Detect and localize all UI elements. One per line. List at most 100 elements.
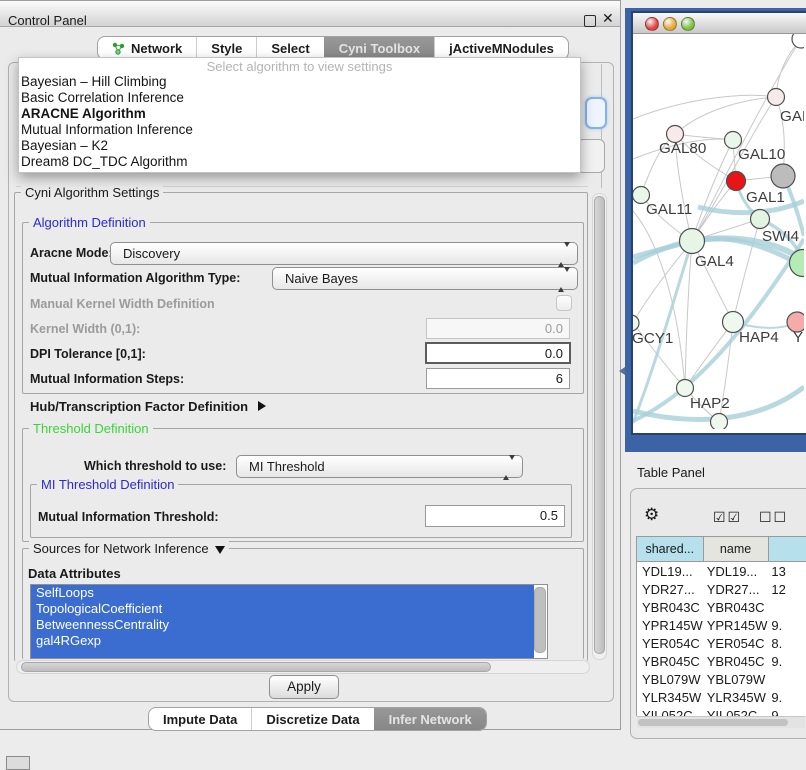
attribute-item[interactable]: TopologicalCoefficient [31,601,534,617]
mi-steps-input[interactable]: 6 [426,368,570,389]
network-node[interactable] [751,210,770,229]
tab-style[interactable]: Style [196,37,256,59]
column-header[interactable]: name [704,537,769,561]
algorithm-option[interactable]: Bayesian – Hill Climbing [19,74,580,90]
table-row[interactable]: YDL19...YDL19...13 [637,562,806,580]
data-attributes-list[interactable]: SelfLoopsTopologicalCoefficientBetweenne… [30,584,548,659]
hub-definition-toggle[interactable]: Hub/Transcription Factor Definition [30,399,266,414]
list-scrollbar-thumb[interactable] [534,587,546,653]
table-cell: 9. [768,690,806,705]
table-row[interactable]: YIL052CYIL052C9. [637,706,806,716]
apply-button[interactable]: Apply [269,675,339,699]
table-cell: YDR27... [637,582,704,597]
table-row[interactable]: YER054CYER054C8. [637,634,806,652]
table-horizontal-scrollbar[interactable] [637,716,805,728]
tab-impute-data[interactable]: Impute Data [149,708,251,730]
table-cell: YER054C [637,636,704,651]
tab-cyni-toolbox[interactable]: Cyni Toolbox [324,37,434,59]
table-row[interactable]: YBR045CYBR045C9. [637,652,806,670]
tab-select[interactable]: Select [256,37,323,59]
sources-toggle[interactable]: Sources for Network Inference [29,541,229,556]
network-node-gal[interactable] [768,89,785,106]
horizontal-scrollbar[interactable] [16,660,590,674]
group-title: Cyni Algorithm Settings [21,185,163,200]
table-row[interactable]: YPR145WYPR145W9. [637,616,806,634]
table-row[interactable]: YBR043CYBR043C [637,598,806,616]
node-label: HAP4 [739,329,779,346]
tab-network[interactable]: Network [98,37,196,59]
network-node[interactable] [792,34,804,48]
network-node-gcy1[interactable] [633,315,639,331]
table-cell: YBR045C [704,654,769,669]
table-cell: YLR345W [637,690,704,705]
algorithm-option[interactable]: Basic Correlation Inference [19,90,580,106]
table-cell: YER054C [704,636,769,651]
tab-jactivemnodules[interactable]: jActiveMNodules [434,37,568,59]
scrollbar-thumb[interactable] [638,719,788,726]
aracne-mode-select[interactable]: Discovery [110,242,578,265]
attribute-item[interactable]: SelfLoops [31,585,534,601]
attribute-item[interactable]: gal4RGexp [31,633,534,649]
manual-kernel-checkbox[interactable] [556,295,572,311]
algorithm-definition-title: Algorithm Definition [29,215,150,230]
node-label: GAL10 [738,146,785,163]
algorithm-option[interactable]: ARACNE Algorithm [19,106,580,122]
network-node-hap2[interactable] [677,380,694,397]
algorithm-option[interactable]: Dream8 DC_TDC Algorithm [19,154,580,170]
mi-steps-label: Mutual Information Steps: [30,372,184,386]
dropdown-placeholder: Select algorithm to view settings [19,58,580,74]
gear-icon[interactable]: ⚙ [644,505,659,525]
focused-button-fragment[interactable] [585,97,607,129]
manual-kernel-label: Manual Kernel Width Definition [30,297,215,311]
table-row[interactable]: YBL079WYBL079W [637,670,806,688]
splitter-collapse-icon[interactable] [619,367,625,375]
bottom-tabbar: Impute DataDiscretize DataInfer Network [148,707,487,731]
zoom-traffic-icon[interactable] [681,17,695,31]
table-cell: 9. [768,654,806,669]
node-label: GCY1 [633,330,673,347]
table-row[interactable]: YLR345WYLR345W9. [637,688,806,706]
column-header[interactable]: shared... [637,537,704,561]
sources-title: Sources for Network Inference [33,541,209,556]
which-threshold-label: Which threshold to use: [84,459,226,473]
triangle-down-icon[interactable] [215,546,225,554]
network-node-gal4[interactable] [680,229,705,254]
data-attributes-label: Data Attributes [28,566,121,581]
node-label: SWI4 [762,228,799,245]
mi-threshold-input[interactable]: 0.5 [425,505,565,527]
network-node-gal1[interactable] [727,172,746,191]
algorithm-option[interactable]: Mutual Information Inference [19,122,580,138]
column-header[interactable] [769,537,806,561]
network-node[interactable] [771,164,795,188]
minimize-traffic-icon[interactable] [663,17,677,31]
kernel-width-input[interactable]: 0.0 [426,318,570,339]
network-canvas[interactable]: GALGAL80GAL10GAL1GAL11SWI4GAL4GCY1HAP4YH… [633,34,804,429]
scrollbar-thumb[interactable] [21,662,491,672]
table-cell: YPR145W [637,618,704,633]
mi-type-select[interactable]: Naive Bayes [272,267,578,290]
table-row[interactable]: YDR27...YDR27...12 [637,580,806,598]
table-cell: YIL052C [637,708,704,717]
table-cell: YBL079W [704,672,769,687]
attribute-item[interactable]: BetweennessCentrality [31,617,534,633]
close-traffic-icon[interactable] [645,17,659,31]
up-down-arrows-icon [558,247,570,262]
triangle-right-icon[interactable] [258,401,266,411]
tab-infer-network[interactable]: Infer Network [374,708,486,730]
collapsed-panel-button[interactable] [6,756,30,770]
unchecked-boxes-icon[interactable]: ☐☐ [759,510,788,526]
vertical-scrollbar[interactable] [592,193,607,660]
scrollbar-thumb[interactable] [594,196,605,654]
node-label: Y [793,329,803,346]
checked-boxes-icon[interactable]: ☑☑ [713,510,742,526]
tab-discretize-data[interactable]: Discretize Data [251,708,373,730]
close-icon[interactable]: ✕ [602,11,614,27]
threshold-definition-title: Threshold Definition [29,421,153,436]
which-threshold-select[interactable]: MI Threshold [236,455,523,478]
dpi-tolerance-input[interactable]: 0.0 [425,342,571,364]
algorithm-option[interactable]: Bayesian – K2 [19,138,580,154]
node-table[interactable]: shared...name YDL19...YDL19...13YDR27...… [636,536,806,716]
network-node[interactable] [711,414,728,430]
float-window-icon[interactable] [584,15,596,27]
button-fragment[interactable] [577,139,605,173]
